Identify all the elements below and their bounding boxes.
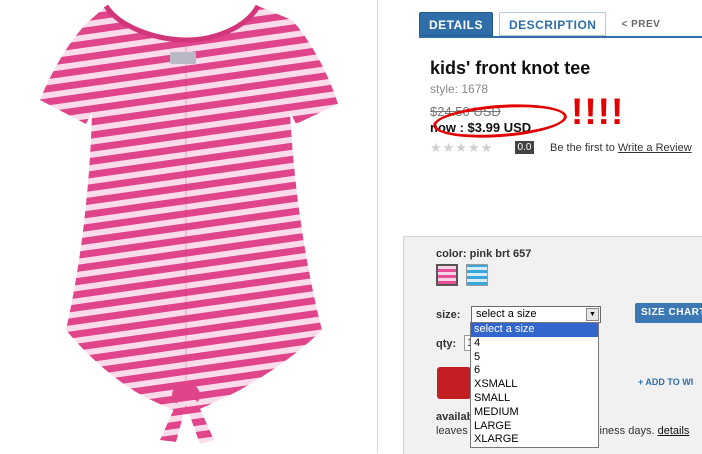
- tab-bar: DETAILS DESCRIPTION < PREV: [419, 12, 675, 36]
- add-to-bag-button[interactable]: [437, 367, 471, 399]
- size-select[interactable]: select a size ▼: [471, 306, 601, 323]
- rating-value: 0.0: [515, 141, 534, 154]
- write-review-link[interactable]: Write a Review: [618, 142, 692, 154]
- size-label: size:: [436, 309, 461, 321]
- size-option[interactable]: XLARGE: [471, 433, 598, 447]
- tab-details[interactable]: DETAILS: [419, 12, 493, 36]
- tab-underline: [419, 36, 702, 38]
- chevron-down-icon[interactable]: ▼: [586, 308, 599, 321]
- size-option[interactable]: MEDIUM: [471, 406, 598, 420]
- chevron-left-icon: <: [621, 19, 632, 30]
- size-option[interactable]: 5: [471, 351, 598, 365]
- review-prompt-text: Be the first to: [550, 142, 615, 154]
- prev-link[interactable]: < PREV: [612, 12, 669, 36]
- size-option[interactable]: 4: [471, 337, 598, 351]
- availability-label: availab: [436, 411, 474, 423]
- product-image-panel: [0, 0, 378, 453]
- shipping-days-label: siness days.: [594, 425, 655, 437]
- size-chart-button[interactable]: SIZE CHART: [635, 303, 702, 323]
- add-to-wishlist-link[interactable]: + ADD TO WI: [638, 377, 693, 387]
- size-option[interactable]: LARGE: [471, 420, 598, 434]
- size-select-value: select a size: [476, 308, 537, 320]
- review-prompt: Be the first to Write a Review: [550, 142, 692, 154]
- swatch-pink[interactable]: [436, 264, 458, 286]
- qty-label: qty:: [436, 338, 457, 350]
- size-option[interactable]: 6: [471, 364, 598, 378]
- leaves-text: leaves: [436, 425, 468, 437]
- size-option[interactable]: XSMALL: [471, 378, 598, 392]
- product-title: kids' front knot tee: [430, 58, 591, 78]
- size-dropdown-list[interactable]: select a size 4 5 6 XSMALL SMALL MEDIUM …: [470, 322, 599, 449]
- tab-description[interactable]: DESCRIPTION: [498, 12, 607, 36]
- prev-label: PREV: [631, 19, 661, 30]
- details-link[interactable]: details: [658, 425, 690, 437]
- product-style: style: 1678: [430, 82, 489, 96]
- product-image-tee: [40, 4, 338, 444]
- size-option[interactable]: select a size: [471, 323, 598, 337]
- color-label: color: pink brt 657: [436, 248, 532, 260]
- shipping-days-text: siness days. details: [594, 425, 689, 437]
- exclamation-annotation: !!!!: [571, 91, 625, 132]
- swatch-blue[interactable]: [466, 264, 488, 286]
- size-option[interactable]: SMALL: [471, 392, 598, 406]
- rating-stars-icon: ★★★★★: [430, 140, 494, 155]
